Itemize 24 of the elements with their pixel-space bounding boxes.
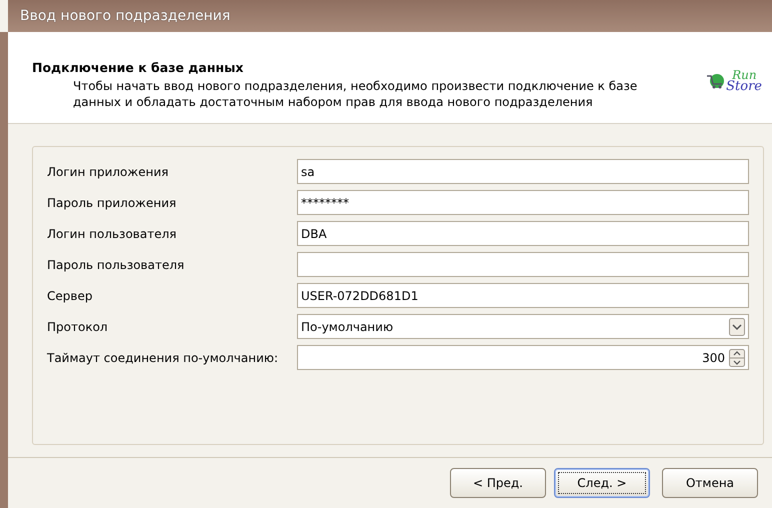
field-label: Таймаут соединения по-умолчанию: <box>47 350 280 364</box>
field-label: Логин приложения <box>47 164 170 178</box>
dropdown-field[interactable]: По-умолчанию <box>297 314 749 339</box>
input-field[interactable]: ******** <box>297 190 749 215</box>
wizard-button[interactable]: < Пред. <box>450 468 546 498</box>
header-title: Подключение к базе данных <box>32 60 244 75</box>
spin-arrows-icon[interactable] <box>729 348 745 366</box>
input-field[interactable]: DBA <box>297 221 749 246</box>
field-label: Протокол <box>47 320 109 334</box>
wizard-button[interactable]: Отмена <box>662 468 758 498</box>
cart-icon <box>706 73 726 89</box>
input-field[interactable]: USER-072DD681D1 <box>297 283 749 308</box>
logo-text: Run <box>732 70 757 81</box>
input-field[interactable]: sa <box>297 159 749 184</box>
window-title: Ввод нового подразделения <box>20 8 230 24</box>
wizard-button[interactable]: След. > <box>554 468 650 498</box>
input-field[interactable] <box>297 252 749 277</box>
field-label: Пароль пользователя <box>47 258 186 272</box>
header-description: Чтобы начать ввод нового подразделения, необходимо произвести подключение к базе данных и обладать достаточным набором прав для ввода нового подразделения <box>72 78 638 110</box>
field-label: Сервер <box>47 288 94 302</box>
field-label: Логин пользователя <box>47 226 178 240</box>
field-label: Пароль приложения <box>47 196 178 210</box>
logo-text: Store <box>726 81 762 92</box>
number-field[interactable]: 300 <box>297 345 749 370</box>
